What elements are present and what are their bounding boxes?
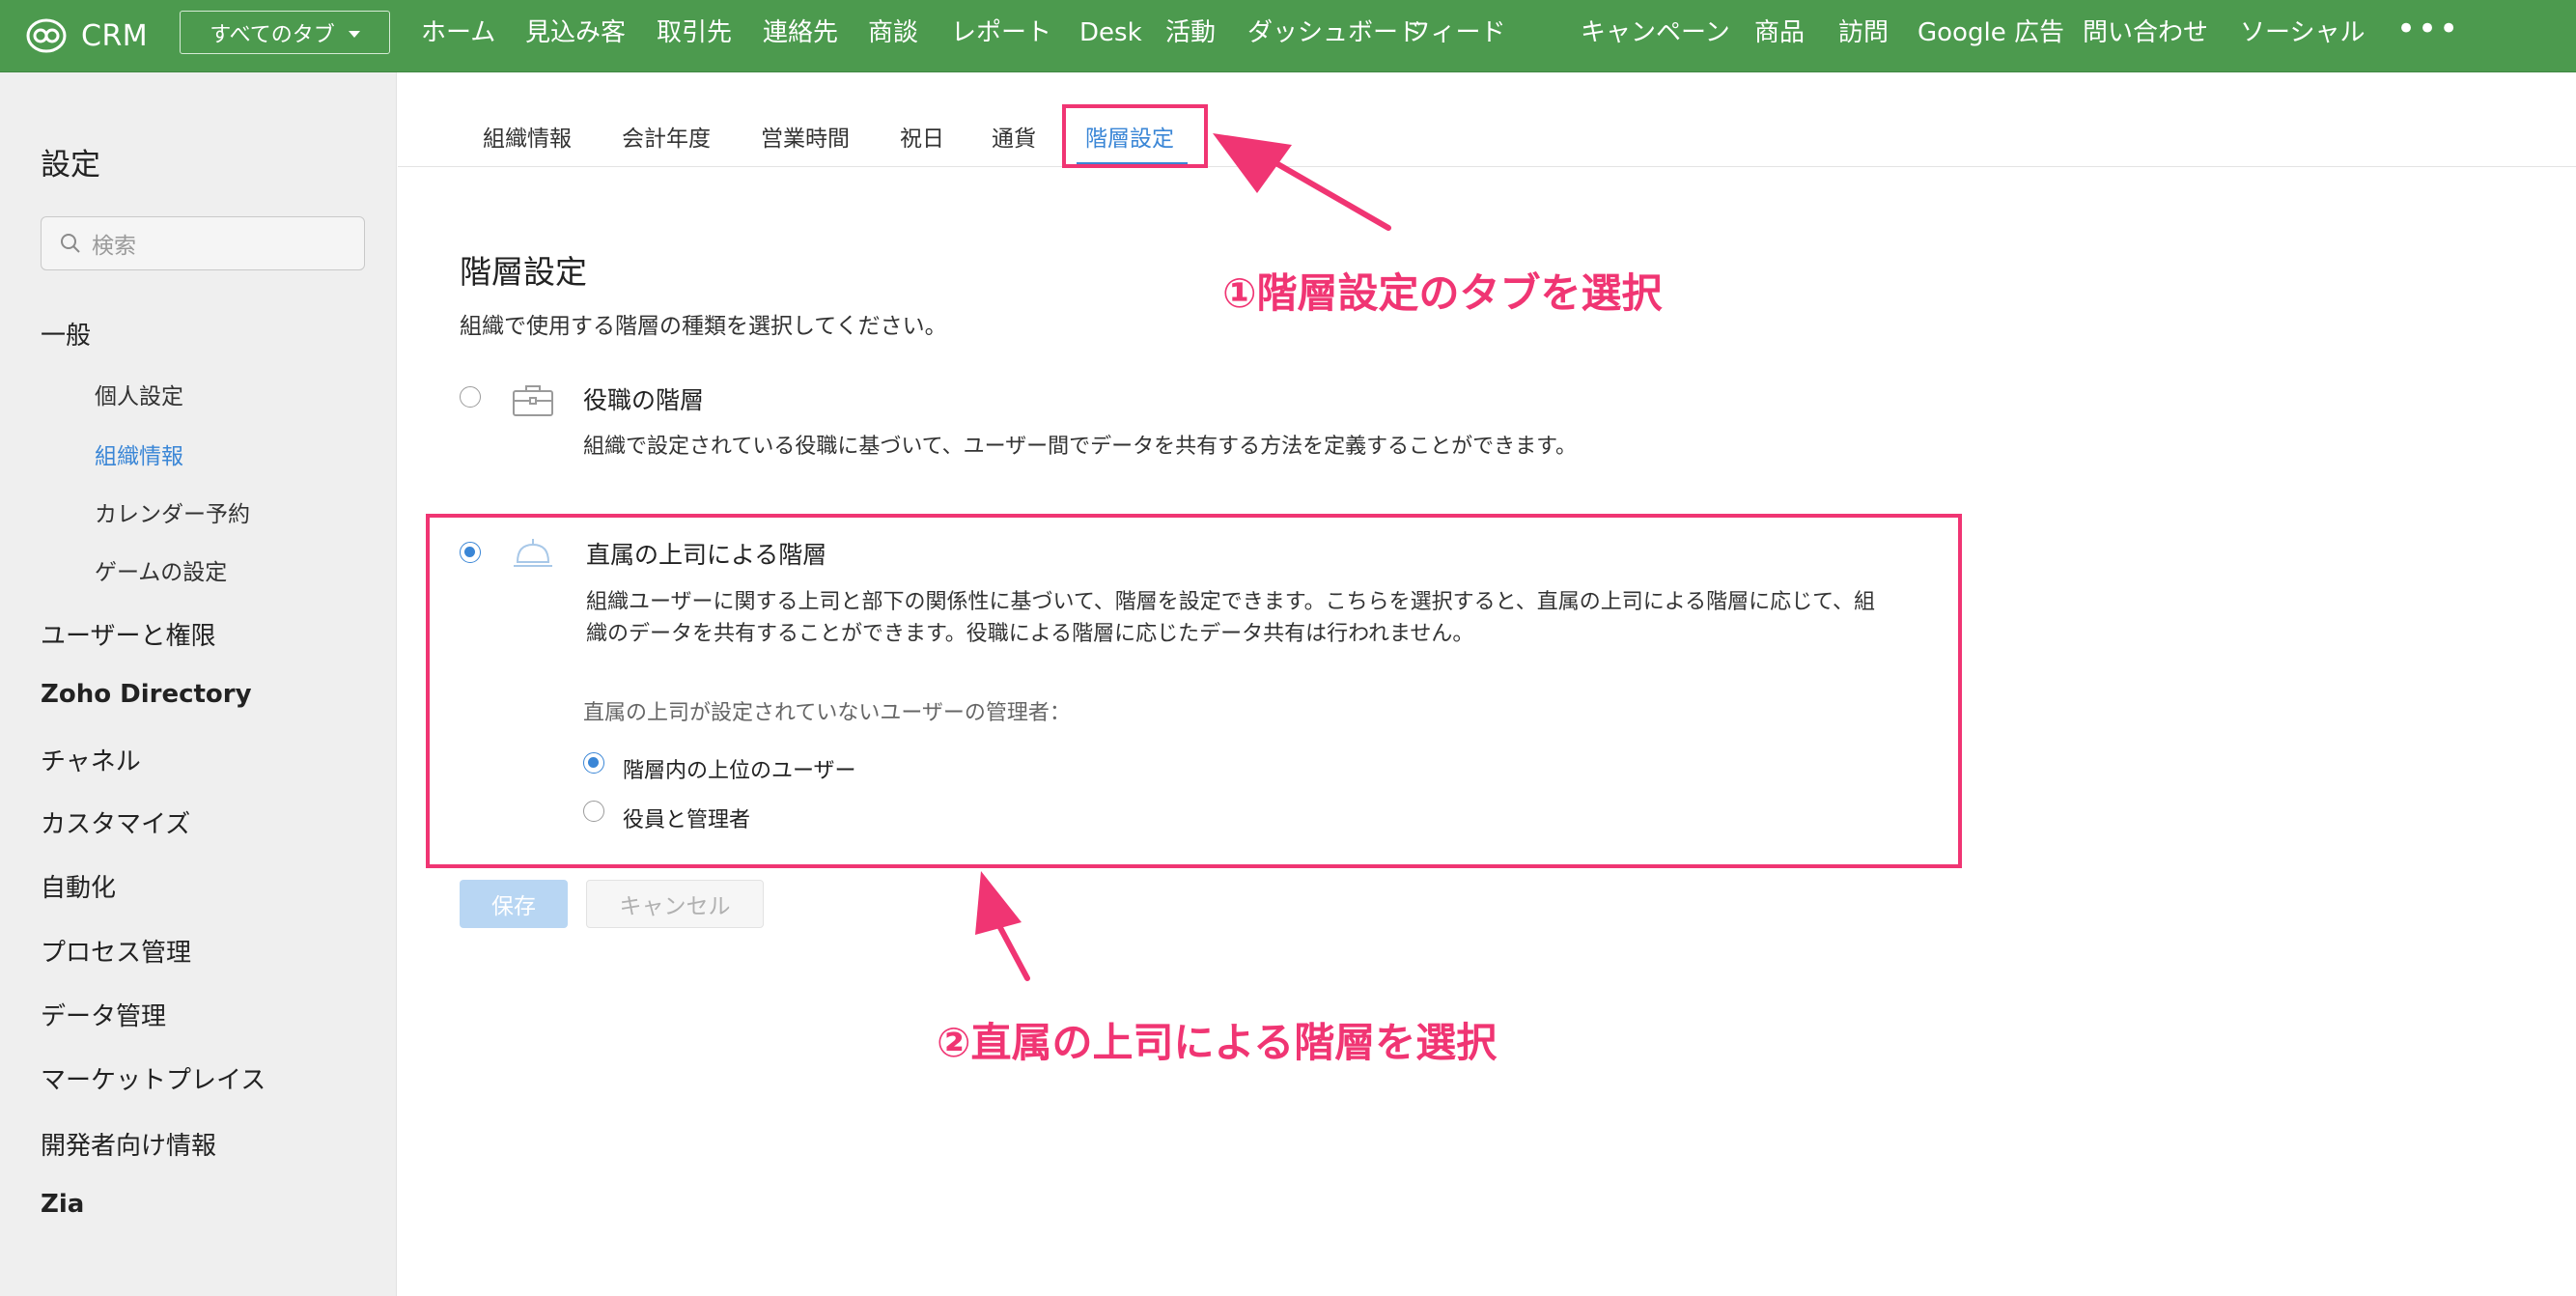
annotation-arrow-1 xyxy=(1213,133,1391,231)
search-placeholder: 検索 xyxy=(92,234,136,259)
caret-down-icon xyxy=(348,30,360,38)
sidebar-item-game-settings[interactable]: ゲームの設定 xyxy=(95,553,227,586)
nav-item-feeds[interactable]: フィード xyxy=(1406,15,1505,50)
option-role-hierarchy-title: 役職の階層 xyxy=(583,386,705,414)
more-icon[interactable]: ••• xyxy=(2396,10,2460,48)
annotation-step2-text: ②直属の上司による階層を選択 xyxy=(937,1019,1498,1066)
nav-item-leads[interactable]: 見込み客 xyxy=(525,15,626,50)
nav-item-visits[interactable]: 訪問 xyxy=(1838,15,1889,50)
nav-item-desk[interactable]: Desk xyxy=(1079,15,1142,50)
sidebar-item-zia[interactable]: Zia xyxy=(41,1190,84,1219)
tabs-divider xyxy=(398,166,2576,167)
nav-item-reports[interactable]: レポート xyxy=(951,15,1051,50)
nav-item-activities[interactable]: 活動 xyxy=(1165,15,1216,50)
crm-logo[interactable]: CRM xyxy=(25,14,148,58)
nav-item-products[interactable]: 商品 xyxy=(1754,15,1805,50)
nav-item-inquiries[interactable]: 問い合わせ xyxy=(2083,15,2208,50)
tab-currencies[interactable]: 通貨 xyxy=(992,120,1036,153)
annotation-arrow-2 xyxy=(975,871,1030,981)
tab-holidays[interactable]: 祝日 xyxy=(900,120,944,153)
nav-item-campaigns[interactable]: キャンペーン xyxy=(1581,15,1730,50)
nav-item-home[interactable]: ホーム xyxy=(421,15,495,50)
sidebar-item-zoho-directory[interactable]: Zoho Directory xyxy=(41,680,252,709)
tab-fiscal-year[interactable]: 会計年度 xyxy=(622,120,711,153)
logo-text: CRM xyxy=(81,18,149,53)
sidebar-item-calendar-booking[interactable]: カレンダー予約 xyxy=(95,495,250,528)
nav-item-deals[interactable]: 商談 xyxy=(868,15,918,50)
sidebar-item-process-management[interactable]: プロセス管理 xyxy=(41,933,191,969)
sidebar-item-channels[interactable]: チャネル xyxy=(41,742,141,777)
briefcase-icon xyxy=(513,385,553,416)
sidebar-item-customization[interactable]: カスタマイズ xyxy=(41,804,190,840)
all-tabs-label: すべてのタブ xyxy=(210,22,335,47)
nav-item-google-ads[interactable]: Google 広告 xyxy=(1918,15,2064,50)
top-navigation-bar: CRM すべてのタブ ホーム 見込み客 取引先 連絡先 商談 レポート Desk… xyxy=(0,0,2576,72)
crm-logo-icon xyxy=(26,18,67,53)
annotation-highlight-tab xyxy=(1062,104,1208,168)
nav-item-dashboards[interactable]: ダッシュボード xyxy=(1247,15,1423,50)
sidebar-search-input[interactable]: 検索 xyxy=(41,216,365,270)
cancel-button[interactable]: キャンセル xyxy=(586,880,764,928)
tab-business-hours[interactable]: 営業時間 xyxy=(761,120,850,153)
save-button[interactable]: 保存 xyxy=(460,880,568,928)
page-title: 階層設定 xyxy=(460,253,587,291)
tab-company-details[interactable]: 組織情報 xyxy=(483,120,572,153)
sidebar-item-company-details[interactable]: 組織情報 xyxy=(95,437,183,470)
sidebar-item-developer-space[interactable]: 開発者向け情報 xyxy=(41,1126,216,1162)
sidebar-item-users-and-permissions[interactable]: ユーザーと権限 xyxy=(41,616,215,652)
nav-item-social[interactable]: ソーシャル xyxy=(2240,15,2365,50)
annotation-step1-text: ①階層設定のタブを選択 xyxy=(1222,269,1663,317)
sidebar-item-data-administration[interactable]: データ管理 xyxy=(41,997,166,1032)
sidebar-item-personal-settings[interactable]: 個人設定 xyxy=(95,378,183,410)
annotation-highlight-option xyxy=(426,514,1962,868)
option-role-hierarchy-radio[interactable] xyxy=(460,386,481,408)
sidebar-item-marketplace[interactable]: マーケットプレイス xyxy=(41,1060,266,1096)
page-description: 組織で使用する階層の種類を選択してください。 xyxy=(460,314,947,339)
nav-item-contacts[interactable]: 連絡先 xyxy=(763,15,838,50)
option-role-hierarchy-description: 組織で設定されている役職に基づいて、ユーザー間でデータを共有する方法を定義するこ… xyxy=(583,435,1577,459)
sidebar-title: 設定 xyxy=(41,148,100,183)
sidebar-item-automation[interactable]: 自動化 xyxy=(41,868,116,904)
all-tabs-dropdown[interactable]: すべてのタブ xyxy=(180,11,390,54)
nav-item-accounts[interactable]: 取引先 xyxy=(657,15,732,50)
search-icon xyxy=(61,234,80,253)
sidebar-item-general[interactable]: 一般 xyxy=(41,316,91,352)
